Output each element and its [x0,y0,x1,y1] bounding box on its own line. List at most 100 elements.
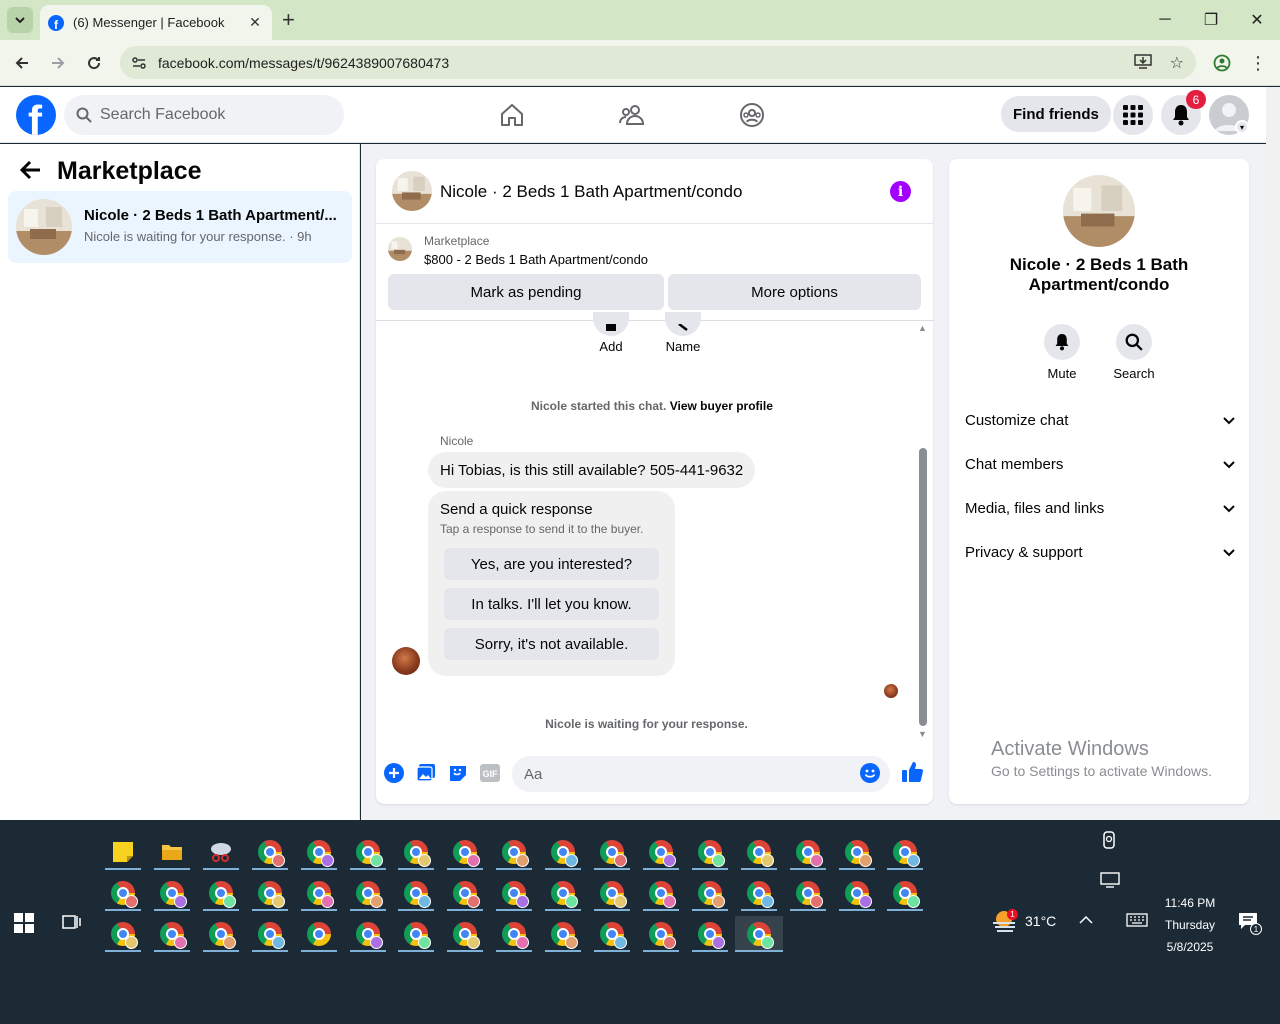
quick-reply-button[interactable]: Yes, are you interested? [444,548,659,580]
restore-button[interactable]: ❐ [1188,6,1234,34]
chrome-app-icon[interactable] [691,834,728,870]
site-info-icon[interactable] [122,55,156,71]
chrome-app-icon[interactable] [838,875,875,911]
chrome-app-icon[interactable] [349,916,386,952]
chrome-app-icon[interactable] [545,916,582,952]
tray-display-icon[interactable] [1100,872,1120,891]
listing-thumbnail[interactable] [392,171,432,211]
chrome-app-icon[interactable] [398,916,435,952]
close-tab-icon[interactable]: ✕ [246,14,264,31]
mark-as-pending-button[interactable]: Mark as pending [388,274,664,310]
chrome-app-icon[interactable] [398,834,435,870]
conversation-item[interactable]: Nicole · 2 Beds 1 Bath Apartment/... Nic… [8,191,352,263]
tab-search-button[interactable] [7,7,33,33]
chrome-app-icon[interactable] [496,916,533,952]
browser-tab[interactable]: f (6) Messenger | Facebook ✕ [40,5,272,40]
menu-grid-button[interactable] [1113,95,1153,135]
chrome-app-icon[interactable] [153,875,190,911]
chrome-app-icon[interactable] [740,875,777,911]
file-explorer-app-icon[interactable] [153,834,190,870]
back-button[interactable] [10,51,34,75]
chrome-app-icon[interactable] [887,875,924,911]
emoji-icon[interactable] [860,763,880,783]
facebook-logo-icon[interactable]: f [16,95,56,135]
chrome-app-icon[interactable] [447,916,484,952]
scroll-up-icon[interactable]: ▲ [918,323,927,333]
chat-scroll-thumb[interactable] [919,448,927,726]
chat-title[interactable]: Nicole · 2 Beds 1 Bath Apartment/condo [440,182,742,202]
chrome-app-icon[interactable] [691,916,728,952]
chrome-app-icon[interactable] [349,834,386,870]
listing-thumbnail[interactable] [1063,175,1135,247]
chrome-app-icon[interactable] [740,834,777,870]
chrome-app-icon[interactable] [349,875,386,911]
chrome-app-icon[interactable] [838,834,875,870]
chrome-app-icon[interactable] [202,916,239,952]
chrome-app-icon[interactable] [545,834,582,870]
chrome-app-icon[interactable] [447,875,484,911]
chrome-app-icon[interactable] [642,916,679,952]
chrome-app-icon[interactable] [300,875,337,911]
home-nav-icon[interactable] [496,99,528,131]
chrome-app-icon[interactable] [789,834,826,870]
forward-button[interactable] [46,51,70,75]
page-scrollbar[interactable] [1266,87,1280,820]
add-icon[interactable] [593,312,629,336]
tray-app-icon[interactable] [1101,830,1117,853]
chrome-app-icon[interactable] [594,916,630,952]
chrome-app-icon[interactable] [300,834,337,870]
chrome-app-icon[interactable] [594,834,630,870]
search-input[interactable] [100,106,320,124]
chevron-down-icon[interactable]: ▾ [1235,120,1249,134]
chrome-app-icon[interactable] [447,834,484,870]
section-customize-chat[interactable]: Customize chat [965,405,1235,435]
listing-description[interactable]: $800 - 2 Beds 1 Bath Apartment/condo [424,252,648,267]
chrome-app-icon[interactable] [642,875,679,911]
chrome-app-icon[interactable] [496,834,533,870]
sender-avatar[interactable] [392,647,420,675]
info-icon[interactable]: i [890,181,911,202]
like-thumbs-up-icon[interactable] [900,760,924,784]
close-window-button[interactable]: ✕ [1234,6,1280,34]
windows-start-icon[interactable] [14,913,34,933]
facebook-search[interactable] [64,95,344,135]
chrome-app-icon[interactable] [251,875,288,911]
view-buyer-profile-link[interactable]: View buyer profile [670,399,773,413]
more-options-button[interactable]: More options [668,274,921,310]
chrome-app-icon[interactable] [251,834,288,870]
groups-nav-icon[interactable] [736,99,768,131]
add-attachment-icon[interactable] [384,763,404,783]
chrome-app-icon[interactable] [105,916,141,952]
section-media-files-links[interactable]: Media, files and links [965,493,1235,523]
section-chat-members[interactable]: Chat members [965,449,1235,479]
section-privacy-support[interactable]: Privacy & support [965,537,1235,567]
chrome-app-icon[interactable] [594,875,630,911]
chrome-app-icon[interactable] [251,916,288,952]
new-tab-button[interactable]: + [282,8,295,32]
sticky-notes-app-icon[interactable] [105,834,141,870]
sticker-icon[interactable] [448,763,468,783]
gif-icon[interactable]: GIF [480,763,500,783]
scroll-down-icon[interactable]: ▼ [918,729,927,739]
reload-button[interactable] [82,51,106,75]
back-arrow-icon[interactable] [19,160,42,186]
chrome-app-icon[interactable] [691,875,728,911]
keyboard-icon[interactable] [1126,913,1148,930]
chrome-app-icon[interactable] [789,875,826,911]
photo-icon[interactable] [416,763,436,783]
browser-menu-icon[interactable]: ⋮ [1246,51,1270,75]
find-friends-button[interactable]: Find friends [1001,96,1111,132]
install-app-icon[interactable] [1133,53,1152,74]
quick-reply-button[interactable]: In talks. I'll let you know. [444,588,659,620]
mute-button[interactable]: Mute [1032,324,1092,381]
bookmark-star-icon[interactable]: ☆ [1170,53,1184,74]
edit-name-icon[interactable] [665,312,701,336]
chrome-app-icon[interactable] [642,834,679,870]
friends-nav-icon[interactable] [616,99,648,131]
chrome-app-icon[interactable] [887,834,924,870]
chevron-up-icon[interactable] [1079,913,1093,928]
profile-icon[interactable] [1210,51,1234,75]
chrome-app-icon[interactable] [153,916,190,952]
snipping-tool-app-icon[interactable] [202,834,239,870]
chrome-app-icon[interactable] [734,916,783,952]
